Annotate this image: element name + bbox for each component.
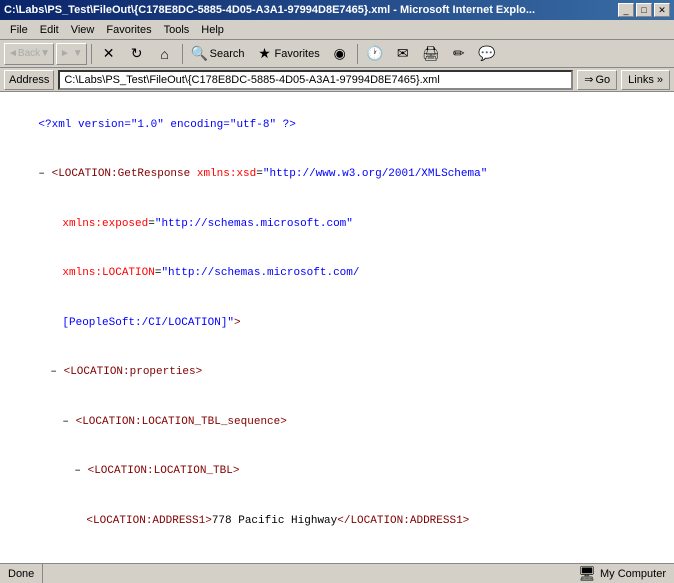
title-bar: C:\Labs\PS_Test\FileOut\{C178E8DC-5885-4…	[0, 0, 674, 20]
menu-help[interactable]: Help	[195, 22, 230, 38]
toolbar-separator-3	[357, 44, 358, 64]
maximize-button[interactable]: □	[636, 3, 652, 17]
stop-icon: ✕	[101, 46, 117, 62]
go-arrow-icon: ⇒	[584, 73, 593, 86]
xml-line-xmlns-exposed: xmlns:exposed="http://schemas.microsoft.…	[12, 199, 662, 249]
search-button[interactable]: 🔍 Search	[187, 43, 250, 65]
home-button[interactable]: ⌂	[152, 43, 178, 65]
status-bar: Done 🖥 My Computer	[0, 563, 674, 583]
menu-bar: File Edit View Favorites Tools Help	[0, 20, 674, 40]
print-button[interactable]: 🖨	[418, 43, 444, 65]
go-button[interactable]: ⇒ Go	[577, 70, 617, 90]
refresh-button[interactable]: ↻	[124, 43, 150, 65]
menu-file[interactable]: File	[4, 22, 34, 38]
xml-line-xmlns-location1: xmlns:LOCATION="http://schemas.microsoft…	[12, 249, 662, 299]
xml-content-area[interactable]: <?xml version="1.0" encoding="utf-8" ?> …	[0, 92, 674, 563]
xml-line-address2: <LOCATION:ADDRESS2>Here is a second addr…	[12, 546, 662, 564]
xml-declaration: <?xml version="1.0" encoding="utf-8" ?>	[12, 100, 662, 150]
stop-button[interactable]: ✕	[96, 43, 122, 65]
edit-icon: ✏	[451, 46, 467, 62]
menu-tools[interactable]: Tools	[158, 22, 196, 38]
address-bar: Address ⇒ Go Links »	[0, 68, 674, 92]
edit-button[interactable]: ✏	[446, 43, 472, 65]
refresh-icon: ↻	[129, 46, 145, 62]
computer-icon: 🖥	[578, 565, 596, 582]
history-button[interactable]: 🕐	[362, 43, 388, 65]
xml-line-xmlns-location2: [PeopleSoft:/CI/LOCATION]">	[12, 298, 662, 348]
history-icon: 🕐	[367, 46, 383, 62]
toolbar-separator-1	[91, 44, 92, 64]
minimize-button[interactable]: _	[618, 3, 634, 17]
menu-view[interactable]: View	[65, 22, 101, 38]
address-label: Address	[4, 70, 54, 90]
status-computer: 🖥 My Computer	[570, 564, 674, 583]
xml-line-tbl: – <LOCATION:LOCATION_TBL>	[12, 447, 662, 497]
toolbar-separator-2	[182, 44, 183, 64]
forward-button[interactable]: ► ▼	[56, 43, 87, 65]
mail-button[interactable]: ✉	[390, 43, 416, 65]
back-button[interactable]: ◄ Back ▼	[4, 43, 54, 65]
media-icon: ◉	[332, 46, 348, 62]
xml-line-tbl-sequence: – <LOCATION:LOCATION_TBL_sequence>	[12, 397, 662, 447]
favorites-icon: ★	[256, 46, 272, 62]
xml-line-address1: <LOCATION:ADDRESS1>778 Pacific Highway</…	[12, 496, 662, 546]
xml-line-properties: – <LOCATION:properties>	[12, 348, 662, 398]
window-controls: _ □ ✕	[618, 3, 670, 17]
menu-edit[interactable]: Edit	[34, 22, 65, 38]
print-icon: 🖨	[423, 46, 439, 62]
home-icon: ⌂	[157, 46, 173, 62]
discuss-icon: 💬	[479, 46, 495, 62]
close-button[interactable]: ✕	[654, 3, 670, 17]
toolbar: ◄ Back ▼ ► ▼ ✕ ↻ ⌂ 🔍 Search ★ Favorites …	[0, 40, 674, 68]
media-button[interactable]: ◉	[327, 43, 353, 65]
address-input[interactable]	[58, 70, 573, 90]
favorites-button[interactable]: ★ Favorites	[251, 43, 324, 65]
search-icon: 🔍	[192, 46, 208, 62]
menu-favorites[interactable]: Favorites	[100, 22, 157, 38]
status-done: Done	[0, 564, 43, 583]
mail-icon: ✉	[395, 46, 411, 62]
xml-line-getresponse: – <LOCATION:GetResponse xmlns:xsd="http:…	[12, 150, 662, 200]
title-bar-text: C:\Labs\PS_Test\FileOut\{C178E8DC-5885-4…	[4, 4, 535, 16]
discuss-button[interactable]: 💬	[474, 43, 500, 65]
links-button[interactable]: Links »	[621, 70, 670, 90]
